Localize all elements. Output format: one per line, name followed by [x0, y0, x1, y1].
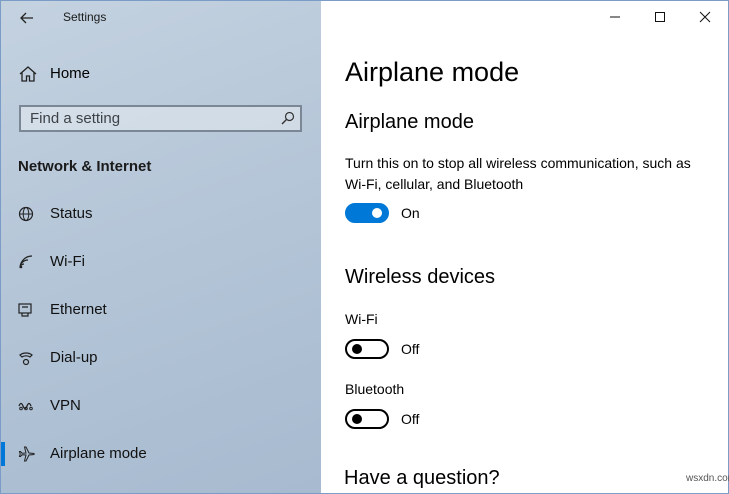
close-button[interactable]	[682, 1, 728, 33]
airplane-mode-state: On	[401, 205, 420, 221]
maximize-button[interactable]	[637, 1, 683, 33]
sidebar-item-label: Airplane mode	[50, 445, 147, 462]
have-a-question-heading: Have a question?	[344, 467, 500, 489]
wifi-toggle[interactable]	[345, 339, 389, 359]
airplane-icon	[18, 446, 35, 462]
bluetooth-state: Off	[401, 411, 420, 427]
globe-icon	[18, 206, 34, 222]
airplane-mode-heading: Airplane mode	[345, 111, 474, 133]
sidebar-item-label: Ethernet	[50, 301, 107, 318]
sidebar-item-label: Wi-Fi	[50, 253, 85, 270]
toggle-knob	[352, 414, 362, 424]
sidebar-item-label: Status	[50, 205, 93, 222]
airplane-mode-description: Turn this on to stop all wireless commun…	[345, 155, 691, 192]
search-box[interactable]	[19, 105, 302, 132]
home-label: Home	[50, 65, 91, 82]
toggle-knob	[352, 344, 362, 354]
close-icon	[699, 11, 711, 23]
wifi-icon	[19, 255, 33, 269]
settings-window: Settings Home Network & Internet Status	[0, 0, 729, 494]
section-title: Network & Internet	[18, 158, 152, 175]
sidebar-item-label: Dial-up	[50, 349, 98, 366]
maximize-icon	[655, 12, 665, 22]
sidebar-item-status[interactable]: Status	[1, 197, 321, 231]
sidebar-item-label: VPN	[50, 397, 81, 414]
sidebar-item-vpn[interactable]: VPN	[1, 389, 321, 423]
bluetooth-label: Bluetooth	[345, 381, 405, 397]
sidebar-item-wifi[interactable]: Wi-Fi	[1, 245, 321, 279]
ethernet-icon	[18, 303, 32, 317]
search-input[interactable]	[21, 107, 280, 130]
vpn-icon	[18, 402, 33, 411]
minimize-button[interactable]	[592, 1, 638, 33]
main-content: Airplane mode Airplane mode Turn this on…	[321, 1, 728, 493]
wifi-state: Off	[401, 341, 420, 357]
home-nav-item[interactable]: Home	[1, 59, 321, 89]
back-button[interactable]	[11, 5, 43, 31]
page-title: Airplane mode	[345, 57, 520, 87]
minimize-icon	[610, 16, 620, 18]
wifi-label: Wi-Fi	[345, 311, 378, 327]
selected-indicator	[1, 442, 5, 466]
bluetooth-toggle[interactable]	[345, 409, 389, 429]
sidebar: Settings Home Network & Internet Status	[1, 1, 321, 493]
app-title: Settings	[63, 10, 107, 24]
wireless-devices-heading: Wireless devices	[345, 266, 496, 288]
airplane-mode-toggle[interactable]	[345, 203, 389, 223]
sidebar-item-ethernet[interactable]: Ethernet	[1, 293, 321, 327]
home-icon	[19, 66, 37, 82]
watermark: wsxdn.com	[686, 473, 729, 484]
dialup-icon	[19, 352, 33, 366]
sidebar-item-airplane-mode[interactable]: Airplane mode	[1, 437, 321, 471]
search-icon[interactable]	[281, 111, 295, 125]
back-arrow-icon	[20, 12, 33, 24]
sidebar-item-dialup[interactable]: Dial-up	[1, 341, 321, 375]
toggle-knob	[372, 208, 382, 218]
